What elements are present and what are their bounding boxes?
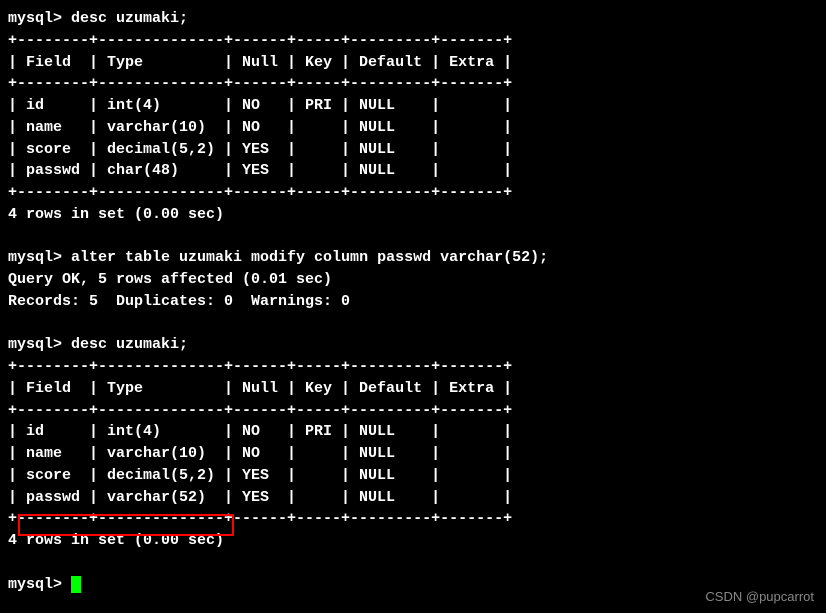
- terminal-line: mysql> desc uzumaki;: [8, 8, 818, 30]
- command-text: alter table uzumaki modify column passwd…: [71, 249, 548, 266]
- table-border: +--------+--------------+------+-----+--…: [8, 356, 818, 378]
- table-border: +--------+--------------+------+-----+--…: [8, 182, 818, 204]
- command-text: desc uzumaki;: [71, 336, 188, 353]
- records-summary: Records: 5 Duplicates: 0 Warnings: 0: [8, 291, 818, 313]
- query-ok: Query OK, 5 rows affected (0.01 sec): [8, 269, 818, 291]
- cursor-block: [71, 576, 81, 593]
- mysql-prompt: mysql>: [8, 249, 71, 266]
- table-header: | Field | Type | Null | Key | Default | …: [8, 52, 818, 74]
- command-text: desc uzumaki;: [71, 10, 188, 27]
- table-row: | passwd | varchar(52) | YES | | NULL | …: [8, 487, 818, 509]
- watermark: CSDN @pupcarrot: [705, 588, 814, 607]
- table-row: | passwd | char(48) | YES | | NULL | |: [8, 160, 818, 182]
- terminal-line: mysql> desc uzumaki;: [8, 334, 818, 356]
- table-row: | score | decimal(5,2) | YES | | NULL | …: [8, 465, 818, 487]
- blank-line: [8, 552, 818, 574]
- blank-line: [8, 226, 818, 248]
- terminal-line: mysql> alter table uzumaki modify column…: [8, 247, 818, 269]
- result-summary: 4 rows in set (0.00 sec): [8, 530, 818, 552]
- table-border: +--------+--------------+------+-----+--…: [8, 400, 818, 422]
- table-border: +--------+--------------+------+-----+--…: [8, 73, 818, 95]
- mysql-prompt: mysql>: [8, 576, 71, 593]
- table-row: | id | int(4) | NO | PRI | NULL | |: [8, 421, 818, 443]
- table-header: | Field | Type | Null | Key | Default | …: [8, 378, 818, 400]
- table-border: +--------+--------------+------+-----+--…: [8, 508, 818, 530]
- terminal-line[interactable]: mysql>: [8, 574, 818, 596]
- blank-line: [8, 313, 818, 335]
- table-row: | name | varchar(10) | NO | | NULL | |: [8, 443, 818, 465]
- mysql-prompt: mysql>: [8, 10, 71, 27]
- table-row: | name | varchar(10) | NO | | NULL | |: [8, 117, 818, 139]
- result-summary: 4 rows in set (0.00 sec): [8, 204, 818, 226]
- table-row: | id | int(4) | NO | PRI | NULL | |: [8, 95, 818, 117]
- table-row: | score | decimal(5,2) | YES | | NULL | …: [8, 139, 818, 161]
- mysql-prompt: mysql>: [8, 336, 71, 353]
- table-border: +--------+--------------+------+-----+--…: [8, 30, 818, 52]
